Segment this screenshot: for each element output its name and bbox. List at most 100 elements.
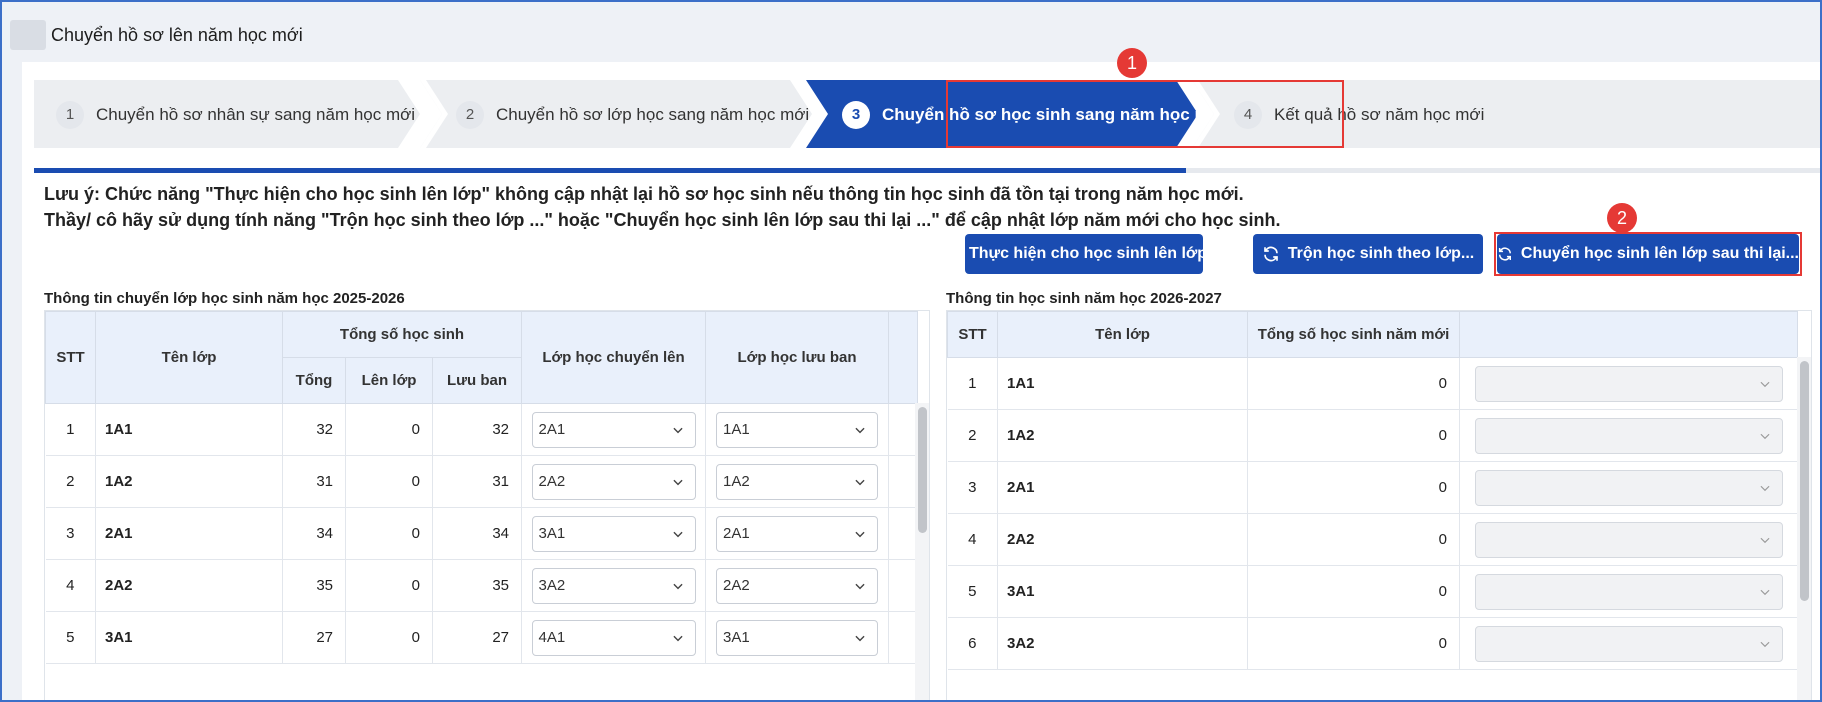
col-class-name: Tên lớp	[997, 311, 1248, 358]
chevron-down-icon	[855, 479, 865, 485]
retained-class-select[interactable]: 3A1	[716, 619, 879, 656]
refresh-icon	[1263, 246, 1278, 262]
table-row: 5 3A1 0	[947, 565, 1798, 618]
target-class-select[interactable]: 4A1	[531, 619, 696, 656]
target-class-select[interactable]: 2A2	[531, 463, 696, 500]
chevron-down-icon	[672, 427, 683, 433]
chevron-down-icon	[672, 635, 683, 641]
step-number: 1	[56, 101, 84, 129]
target-class-select[interactable]: 2A1	[531, 411, 696, 448]
app-logo	[10, 20, 46, 50]
target-class-select[interactable]: 3A2	[531, 567, 696, 604]
select-value: 3A1	[723, 629, 750, 646]
col-stt: STT	[947, 311, 998, 358]
table-row: 4 2A2 0	[947, 513, 1798, 566]
table-row: 5 3A1 27 0 27 4A1 3A1	[45, 611, 918, 664]
class-mapping-select[interactable]	[1474, 573, 1783, 610]
select-value: 1A1	[723, 421, 750, 438]
cell-spacer	[888, 403, 918, 456]
cell-stt: 6	[947, 617, 998, 670]
cell-new-total: 0	[1247, 617, 1460, 670]
select-value: 1A2	[723, 473, 750, 490]
table-row: 2 1A2 0	[947, 409, 1798, 462]
col-stt: STT	[45, 311, 96, 404]
cell-new-total: 0	[1247, 357, 1460, 410]
select-value: 3A2	[538, 577, 566, 594]
scroll-thumb[interactable]	[1800, 361, 1809, 601]
cell-spacer	[888, 507, 918, 560]
chevron-down-icon	[672, 479, 683, 485]
cell-class-name: 1A2	[95, 455, 283, 508]
annotation-marker-2: 2	[1607, 203, 1637, 233]
class-mapping-select[interactable]	[1474, 521, 1783, 558]
cell-retained: 32	[432, 403, 523, 456]
chevron-down-icon	[1760, 433, 1770, 439]
select-value: 2A1	[723, 525, 750, 542]
cell-promoted: 0	[345, 559, 433, 612]
step-progress-fill	[34, 168, 1186, 173]
active-step-highlight	[946, 80, 1344, 148]
cell-class-name: 1A1	[95, 403, 283, 456]
chevron-down-icon	[855, 531, 865, 537]
chevron-down-icon	[1760, 381, 1770, 387]
cell-total: 35	[282, 559, 346, 612]
col-class-name: Tên lớp	[95, 311, 283, 404]
table-row: 3 2A1 34 0 34 3A1 2A1	[45, 507, 918, 560]
merge-students-button[interactable]: Trộn học sinh theo lớp...	[1253, 234, 1483, 274]
col-retained-class: Lớp học lưu ban	[705, 311, 890, 404]
cell-class-name: 3A1	[997, 565, 1248, 618]
cell-total: 31	[282, 455, 346, 508]
right-scrollbar[interactable]	[1797, 357, 1811, 700]
left-table-body: 1 1A1 32 0 32 2A1 1A1 2 1A2 31 0 31 2A2 1A2 3 2A1 34 0 34 3…	[45, 403, 918, 664]
step-label: Chuyển hồ sơ lớp học sang năm học mới	[496, 105, 810, 124]
cell-class-name: 1A1	[997, 357, 1248, 410]
table-row: 1 1A1 0	[947, 357, 1798, 410]
table-row: 6 3A2 0	[947, 617, 1798, 670]
col-new-total: Tổng số học sinh năm mới	[1247, 311, 1460, 358]
left-scrollbar[interactable]	[915, 403, 929, 700]
table-row: 3 2A1 0	[947, 461, 1798, 514]
step-1[interactable]: 1 Chuyển hồ sơ nhân sự sang năm học mới	[34, 80, 420, 148]
col-spacer	[888, 311, 919, 404]
table-row: 1 1A1 32 0 32 2A1 1A1	[45, 403, 918, 456]
class-mapping-select[interactable]	[1474, 417, 1783, 454]
cell-promoted: 0	[345, 455, 433, 508]
retained-class-select[interactable]: 1A1	[716, 411, 879, 448]
annotation-marker-1: 1	[1117, 48, 1147, 78]
col-promoted: Lên lớp	[345, 357, 433, 404]
cell-stt: 5	[45, 611, 96, 664]
title-bar: Chuyển hồ sơ lên năm học mới	[4, 4, 1820, 62]
cell-spacer	[888, 455, 918, 508]
step-label: Chuyển hồ sơ nhân sự sang năm học mới	[96, 105, 416, 124]
step-2[interactable]: 2 Chuyển hồ sơ lớp học sang năm học mới	[420, 80, 812, 148]
cell-promoted: 0	[345, 507, 433, 560]
class-mapping-select[interactable]	[1474, 625, 1783, 662]
cell-retained: 27	[432, 611, 523, 664]
cell-retained: 35	[432, 559, 523, 612]
select-value: 2A2	[538, 473, 566, 490]
note-line-1: Lưu ý: Chức năng "Thực hiện cho học sinh…	[44, 184, 1244, 204]
target-class-select[interactable]: 3A1	[531, 515, 696, 552]
cell-new-total: 0	[1247, 409, 1460, 462]
cell-promoted: 0	[345, 403, 433, 456]
cell-stt: 3	[45, 507, 96, 560]
promote-students-button[interactable]: Thực hiện cho học sinh lên lớp	[965, 234, 1207, 274]
cell-new-total: 0	[1247, 461, 1460, 514]
right-table-body: 1 1A1 0 2 1A2 0 3 2A1 0 4 2A2 0 5 3A1 0 6 3A2 0	[947, 357, 1798, 670]
class-mapping-select[interactable]	[1474, 469, 1783, 506]
retained-class-select[interactable]: 2A1	[716, 515, 879, 552]
cell-retained: 34	[432, 507, 523, 560]
cell-spacer	[888, 611, 918, 664]
cell-stt: 1	[947, 357, 998, 410]
col-retained: Lưu ban	[431, 357, 523, 404]
main-panel: 1 Chuyển hồ sơ nhân sự sang năm học mới …	[22, 62, 1820, 700]
chevron-down-icon	[1760, 485, 1770, 491]
scroll-thumb[interactable]	[918, 407, 927, 533]
retained-class-select[interactable]: 2A2	[716, 567, 879, 604]
cell-class-name: 3A2	[997, 617, 1248, 670]
button-label: Trộn học sinh theo lớp...	[1287, 245, 1475, 262]
chevron-down-icon	[855, 635, 865, 641]
class-mapping-select[interactable]	[1474, 365, 1783, 402]
button-highlight	[1494, 232, 1802, 276]
retained-class-select[interactable]: 1A2	[716, 463, 879, 500]
